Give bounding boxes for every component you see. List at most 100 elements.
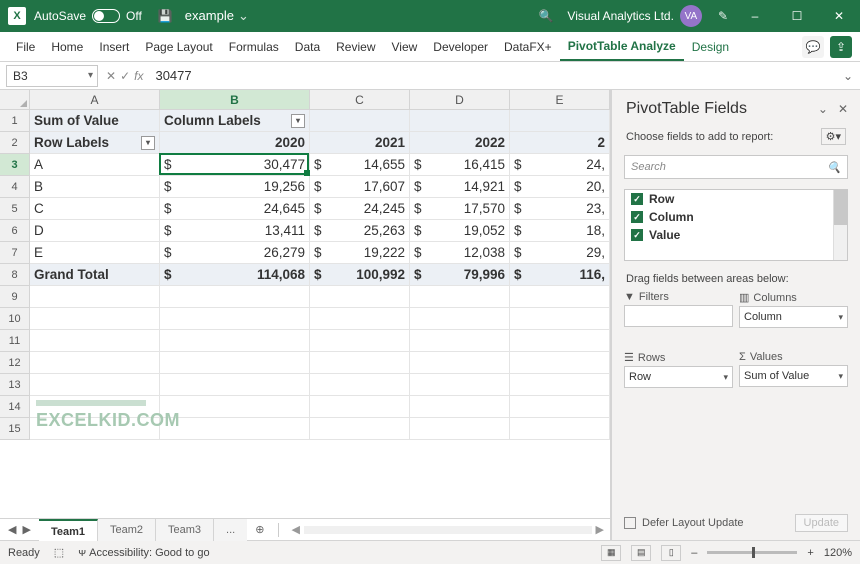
row-header[interactable]: 10 <box>0 308 30 330</box>
cell[interactable] <box>160 330 310 352</box>
name-box[interactable]: B3 ▾ <box>6 65 98 87</box>
cell[interactable] <box>510 418 610 440</box>
cell[interactable]: B <box>30 176 160 198</box>
chevron-down-icon[interactable]: ▾ <box>838 371 843 382</box>
sheet-tab[interactable]: Team2 <box>98 519 156 541</box>
cell[interactable] <box>30 330 160 352</box>
cell[interactable]: $13,411 <box>160 220 310 242</box>
cell[interactable]: $19,256 <box>160 176 310 198</box>
cell[interactable] <box>410 330 510 352</box>
update-button[interactable]: Update <box>795 514 848 532</box>
cell[interactable]: $25,263 <box>310 220 410 242</box>
page-break-view-button[interactable]: ▯ <box>661 545 681 561</box>
next-sheet-icon[interactable]: ▶ <box>22 523 30 536</box>
tab-pivottable-analyze[interactable]: PivotTable Analyze <box>560 32 684 61</box>
filter-dropdown-icon[interactable]: ▾ <box>141 136 155 150</box>
account-control[interactable]: Visual Analytics Ltd. VA <box>567 5 702 27</box>
cell[interactable]: $14,655 <box>310 154 410 176</box>
cell[interactable] <box>410 308 510 330</box>
checkbox-checked-icon[interactable]: ✓ <box>631 211 643 223</box>
cell[interactable] <box>310 308 410 330</box>
cell[interactable]: $24, <box>510 154 610 176</box>
pen-icon[interactable]: ✎ <box>718 9 728 23</box>
document-title[interactable]: example⌄ <box>185 8 249 24</box>
cell[interactable] <box>30 308 160 330</box>
tab-view[interactable]: View <box>384 32 426 61</box>
cell[interactable] <box>310 374 410 396</box>
zoom-slider[interactable] <box>707 551 797 554</box>
row-header[interactable]: 2 <box>0 132 30 154</box>
scrollbar[interactable] <box>833 190 847 260</box>
chevron-down-icon[interactable]: ▾ <box>838 312 843 323</box>
close-pane-icon[interactable]: ✕ <box>838 102 848 116</box>
values-area[interactable]: ΣValues Sum of Value▾ <box>739 349 848 403</box>
expand-formula-bar-icon[interactable]: ⌄ <box>836 69 860 83</box>
cell[interactable] <box>30 286 160 308</box>
row-header[interactable]: 13 <box>0 374 30 396</box>
more-sheets[interactable]: ... <box>214 519 247 541</box>
gear-icon[interactable]: ⚙▾ <box>821 128 846 145</box>
field-list[interactable]: ✓Row✓Column✓Value <box>624 189 848 261</box>
formula-input[interactable]: 30477 <box>155 68 836 83</box>
cell[interactable]: Grand Total <box>30 264 160 286</box>
cell[interactable] <box>160 286 310 308</box>
cell[interactable] <box>160 418 310 440</box>
comments-icon[interactable]: 💬 <box>802 36 824 58</box>
autosave-toggle[interactable] <box>92 9 120 23</box>
cell[interactable]: $30,477 <box>160 154 310 176</box>
tab-developer[interactable]: Developer <box>425 32 496 61</box>
row-header[interactable]: 4 <box>0 176 30 198</box>
cell[interactable]: $100,992 <box>310 264 410 286</box>
cell[interactable] <box>410 286 510 308</box>
maximize-button[interactable]: ☐ <box>776 0 818 32</box>
cell[interactable] <box>410 418 510 440</box>
cell[interactable]: Sum of Value <box>30 110 160 132</box>
cell[interactable]: $12,038 <box>410 242 510 264</box>
row-header[interactable]: 3 <box>0 154 30 176</box>
cell[interactable]: D <box>30 220 160 242</box>
cell[interactable]: $17,607 <box>310 176 410 198</box>
close-button[interactable]: ✕ <box>818 0 860 32</box>
cell[interactable]: Row Labels▾ <box>30 132 160 154</box>
cell[interactable] <box>310 330 410 352</box>
minimize-button[interactable]: – <box>734 0 776 32</box>
horizontal-scrollbar[interactable]: ◀▶ <box>285 523 610 536</box>
cell[interactable] <box>510 110 610 132</box>
fx-icon[interactable]: fx <box>134 69 143 83</box>
field-item[interactable]: ✓Column <box>625 208 847 226</box>
cell[interactable] <box>310 286 410 308</box>
row-header[interactable]: 5 <box>0 198 30 220</box>
field-item[interactable]: ✓Value <box>625 226 847 244</box>
row-header[interactable]: 14 <box>0 396 30 418</box>
zoom-level[interactable]: 120% <box>824 547 852 559</box>
page-layout-view-button[interactable]: ▤ <box>631 545 651 561</box>
cell[interactable] <box>160 352 310 374</box>
filter-dropdown-icon[interactable]: ▾ <box>291 114 305 128</box>
column-header[interactable]: C <box>310 90 410 110</box>
save-icon[interactable]: 💾 <box>158 9 173 23</box>
cell[interactable] <box>510 352 610 374</box>
chevron-down-icon[interactable]: ▾ <box>723 372 728 383</box>
cell[interactable] <box>510 308 610 330</box>
confirm-icon[interactable]: ✓ <box>120 69 130 83</box>
row-header[interactable]: 11 <box>0 330 30 352</box>
cell[interactable] <box>510 286 610 308</box>
cell[interactable]: $114,068 <box>160 264 310 286</box>
cell[interactable]: 2021 <box>310 132 410 154</box>
cell[interactable]: $23, <box>510 198 610 220</box>
cell[interactable]: $14,921 <box>410 176 510 198</box>
row-header[interactable]: 8 <box>0 264 30 286</box>
row-header[interactable]: 1 <box>0 110 30 132</box>
cell[interactable]: A <box>30 154 160 176</box>
cell[interactable]: $18, <box>510 220 610 242</box>
tab-data[interactable]: Data <box>287 32 328 61</box>
column-header[interactable]: D <box>410 90 510 110</box>
sheet-tab[interactable]: Team1 <box>39 519 98 541</box>
row-header[interactable]: 9 <box>0 286 30 308</box>
cell[interactable]: C <box>30 198 160 220</box>
row-header[interactable]: 7 <box>0 242 30 264</box>
cell[interactable] <box>510 330 610 352</box>
share-icon[interactable]: ⇪ <box>830 36 852 58</box>
normal-view-button[interactable]: ▦ <box>601 545 621 561</box>
cell[interactable] <box>310 110 410 132</box>
